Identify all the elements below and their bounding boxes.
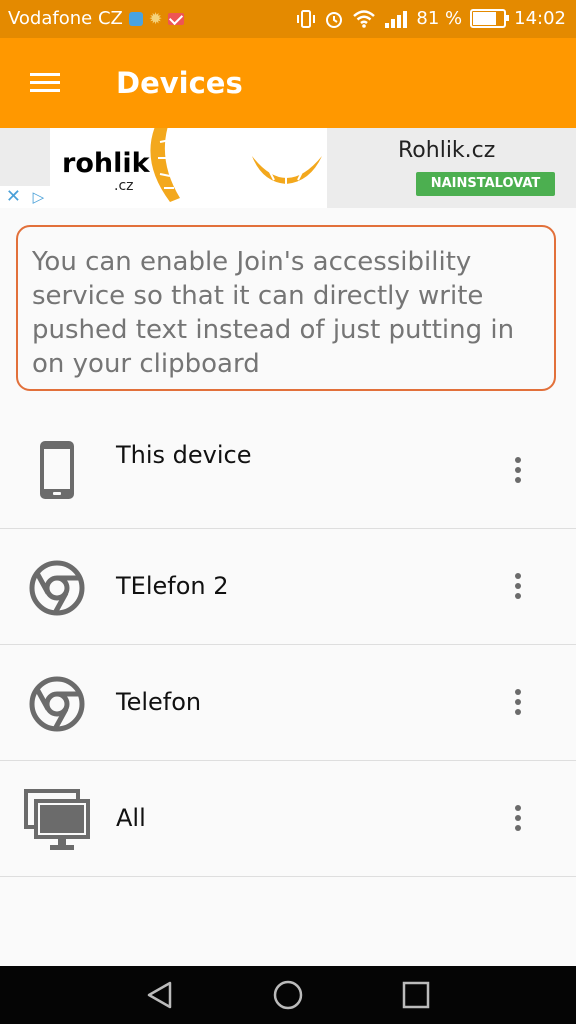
ad-banner[interactable]: rohlik .cz ✕ ▷ Rohlik.cz NAINSTALOVAT (0, 128, 576, 208)
smartphone-icon (40, 441, 74, 499)
more-options-icon[interactable] (504, 689, 532, 719)
mail-icon (168, 12, 185, 25)
accessibility-notice[interactable]: You can enable Join's accessibility serv… (16, 225, 556, 391)
app-bar: Devices (0, 38, 576, 128)
more-options-icon[interactable] (504, 573, 532, 603)
clock: 14:02 (514, 8, 566, 29)
close-icon[interactable]: ✕ (6, 188, 21, 206)
alarm-icon (326, 11, 343, 28)
more-options-icon[interactable] (504, 457, 532, 487)
device-row-telefon[interactable]: Telefon (0, 645, 576, 761)
device-row-all[interactable]: All (0, 761, 576, 877)
ad-title: Rohlik.cz (398, 138, 496, 163)
hamburger-menu-icon[interactable] (30, 71, 60, 95)
monitors-icon (24, 789, 90, 850)
battery-icon (470, 9, 510, 28)
signal-icon (385, 10, 408, 28)
carrier-name: Vodafone CZ (8, 8, 123, 29)
ad-image[interactable]: rohlik .cz (50, 128, 327, 208)
device-name: Telefon (116, 688, 202, 716)
recents-icon[interactable] (400, 979, 432, 1011)
navigation-bar (0, 966, 576, 1024)
adchoices-icon[interactable]: ▷ (33, 189, 45, 205)
device-list: This device TElefon 2 Telefon All (0, 413, 576, 877)
wifi-icon (353, 9, 376, 28)
brightness-icon: ✹ (148, 8, 163, 28)
more-options-icon[interactable] (504, 805, 532, 835)
chrome-icon (29, 676, 85, 732)
croissant-icon (150, 128, 180, 202)
home-icon[interactable] (272, 979, 304, 1011)
croissant-icon (252, 156, 322, 184)
vibrate-icon (297, 9, 316, 28)
ad-logo-text: rohlik (62, 148, 150, 179)
device-name: TElefon 2 (116, 572, 229, 600)
ad-logo-domain: .cz (114, 178, 134, 194)
back-icon[interactable] (144, 979, 176, 1011)
page-title: Devices (116, 66, 243, 100)
install-button[interactable]: NAINSTALOVAT (416, 172, 555, 196)
device-row-this-device[interactable]: This device (0, 413, 576, 529)
device-name: All (116, 804, 146, 832)
chrome-icon (29, 560, 85, 616)
device-name: This device (116, 441, 252, 469)
device-row-telefon-2[interactable]: TElefon 2 (0, 529, 576, 645)
battery-percent: 81 % (416, 8, 463, 29)
chat-icon (128, 11, 143, 26)
status-bar: Vodafone CZ ✹ 81 % 14:02 (0, 0, 576, 38)
adchoices-badge[interactable]: ✕ ▷ (0, 186, 50, 208)
